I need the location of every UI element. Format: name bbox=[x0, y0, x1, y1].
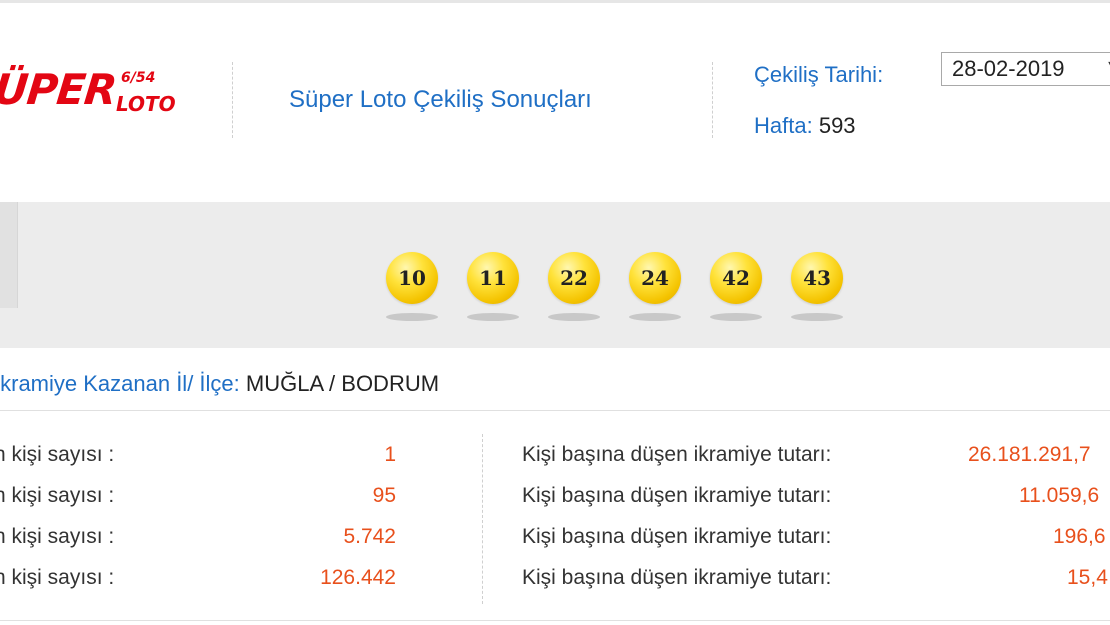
number-ball: 22 bbox=[548, 252, 600, 304]
bottom-divider bbox=[0, 620, 1110, 621]
prize-amount-value: 11.059,6 bbox=[1019, 484, 1100, 507]
winner-count-label: n kişi sayısı : bbox=[0, 484, 115, 507]
logo-main-text: ÜPER bbox=[0, 65, 119, 114]
winner-count-value: 1 bbox=[384, 443, 396, 466]
logo-fraction-text: 6/54 bbox=[121, 70, 156, 86]
prize-per-person-label: Kişi başına düşen ikramiye tutarı: bbox=[522, 443, 832, 466]
prize-per-person-label: Kişi başına düşen ikramiye tutarı: bbox=[522, 484, 832, 507]
prize-amount-value: 26.181.291,7 bbox=[968, 443, 1091, 466]
winner-count-value: 126.442 bbox=[320, 566, 396, 589]
winner-count-label: n kişi sayısı : bbox=[0, 566, 115, 589]
page-title: Süper Loto Çekiliş Sonuçları bbox=[289, 86, 592, 113]
section-divider bbox=[0, 410, 1110, 411]
number-ball: 11 bbox=[467, 252, 519, 304]
panel-left-tab bbox=[0, 202, 18, 308]
results-divider bbox=[482, 434, 483, 604]
ball-shadow bbox=[548, 313, 600, 321]
winner-count-label: n kişi sayısı : bbox=[0, 443, 115, 466]
number-ball: 42 bbox=[710, 252, 762, 304]
ball-shadow bbox=[467, 313, 519, 321]
top-border bbox=[0, 0, 1110, 3]
winner-location-label: İkramiye Kazanan İl/ İlçe: bbox=[0, 371, 240, 396]
prize-amount-value: 196,6 bbox=[1053, 525, 1106, 548]
number-ball: 24 bbox=[629, 252, 681, 304]
week-info: Hafta: 593 bbox=[754, 113, 856, 139]
prize-per-person-label: Kişi başına düşen ikramiye tutarı: bbox=[522, 525, 832, 548]
header-divider-right bbox=[712, 62, 713, 138]
prize-per-person-label: Kişi başına düşen ikramiye tutarı: bbox=[522, 566, 832, 589]
week-value: 593 bbox=[818, 113, 856, 138]
week-label: Hafta: bbox=[754, 113, 813, 138]
ball-shadow bbox=[386, 313, 438, 321]
ball-shadow bbox=[791, 313, 843, 321]
number-ball: 10 bbox=[386, 252, 438, 304]
winner-location: İkramiye Kazanan İl/ İlçe: MUĞLA / BODRU… bbox=[0, 371, 439, 397]
logo-sub-text: LOTO bbox=[116, 92, 176, 116]
ball-shadow bbox=[710, 313, 762, 321]
draw-date-select[interactable]: 28-02-2019 ▼ bbox=[941, 52, 1110, 86]
winner-count-label: n kişi sayısı : bbox=[0, 525, 115, 548]
header-divider-left bbox=[232, 62, 233, 138]
winner-count-value: 95 bbox=[372, 484, 396, 507]
number-ball: 43 bbox=[791, 252, 843, 304]
super-loto-logo: ÜPER 6/54 LOTO bbox=[0, 55, 194, 135]
draw-date-value: 28-02-2019 bbox=[952, 56, 1065, 81]
winner-count-value: 5.742 bbox=[343, 525, 396, 548]
draw-date-label: Çekiliş Tarihi: bbox=[754, 62, 884, 87]
winner-location-value: MUĞLA / BODRUM bbox=[245, 371, 440, 396]
chevron-down-icon: ▼ bbox=[1105, 58, 1110, 76]
ball-shadow bbox=[629, 313, 681, 321]
prize-amount-value: 15,4 bbox=[1067, 566, 1108, 589]
